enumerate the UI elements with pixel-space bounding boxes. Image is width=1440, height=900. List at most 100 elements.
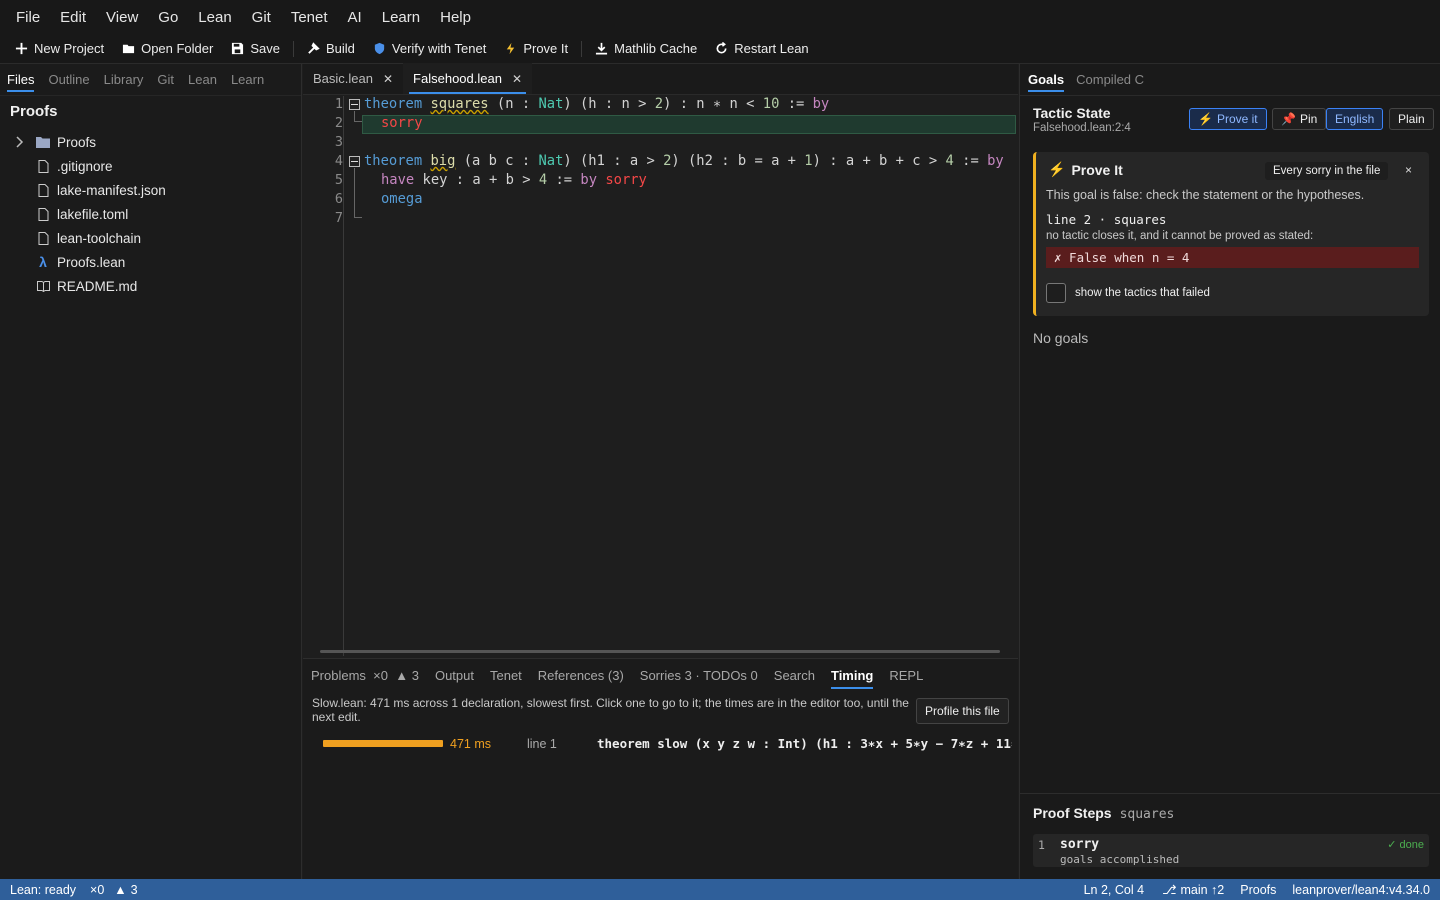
proof-steps-theorem: squares	[1119, 807, 1175, 822]
tree-file-proofs-lean[interactable]: λ Proofs.lean	[0, 250, 301, 274]
prove-it-note: no tactic closes it, and it cannot be pr…	[1046, 230, 1314, 242]
proof-steps-title: Proof Steps	[1033, 805, 1112, 821]
cursor-position[interactable]: Ln 2, Col 4	[1084, 883, 1144, 897]
menu-go[interactable]: Go	[148, 9, 188, 26]
menu-tenet[interactable]: Tenet	[281, 9, 338, 26]
menu-git[interactable]: Git	[242, 9, 281, 26]
menu-file[interactable]: File	[6, 9, 50, 26]
mathlib-cache-button[interactable]: Mathlib Cache	[586, 36, 706, 62]
proof-step-item[interactable]: 1 sorry goals accomplished ✓ done	[1033, 834, 1429, 867]
fold-toggle-icon[interactable]	[349, 156, 360, 167]
status-bar: Lean: ready ×0 ▲ 3 Ln 2, Col 4 ⎇ main ↑2…	[0, 879, 1440, 900]
fold-toggle-icon[interactable]	[349, 99, 360, 110]
toolbar-divider	[292, 40, 294, 57]
build-button[interactable]: Build	[298, 36, 364, 62]
tab-problems[interactable]: Problems ×0 ▲ 3	[311, 662, 419, 689]
tree-file-gitignore[interactable]: .gitignore	[0, 154, 301, 178]
file-icon	[36, 183, 50, 197]
big-identifier: big	[430, 153, 456, 169]
save-button[interactable]: Save	[222, 36, 289, 62]
warning-icon: ▲	[114, 882, 127, 897]
tab-repl[interactable]: REPL	[889, 662, 923, 689]
step-tactic: sorry	[1060, 837, 1100, 852]
menu-edit[interactable]: Edit	[50, 9, 96, 26]
tab-sorries[interactable]: Sorries 3 · TODOs 0	[640, 662, 758, 689]
pin-icon: 📌	[1281, 112, 1296, 126]
tab-compiled-c[interactable]: Compiled C	[1076, 66, 1144, 93]
tab-tenet[interactable]: Tenet	[490, 662, 522, 689]
lean-toolchain-version[interactable]: leanprover/lean4:v4.34.0	[1292, 883, 1430, 897]
menu-help[interactable]: Help	[430, 9, 481, 26]
profile-file-button[interactable]: Profile this file	[916, 698, 1009, 724]
tab-goals[interactable]: Goals	[1028, 66, 1065, 93]
close-icon[interactable]: ×	[1405, 163, 1412, 177]
tree-file-lean-toolchain[interactable]: lean-toolchain	[0, 226, 301, 250]
shield-icon	[374, 42, 385, 55]
checkbox[interactable]	[1046, 283, 1066, 303]
english-button[interactable]: English	[1326, 108, 1384, 130]
tactic-state-location: Falsehood.lean:2:4	[1033, 122, 1131, 134]
git-branch[interactable]: main ↑2	[1180, 883, 1224, 897]
mathlib-cache-label: Mathlib Cache	[614, 41, 698, 56]
tactic-state-header: Tactic State Falsehood.lean:2:4	[1033, 105, 1131, 134]
pin-button[interactable]: 📌 Pin	[1272, 108, 1327, 130]
tab-library[interactable]: Library	[104, 66, 144, 93]
new-project-button[interactable]: New Project	[6, 36, 113, 62]
prove-it-button[interactable]: Prove It	[495, 36, 577, 62]
prove-it-goal-button[interactable]: ⚡ Prove it	[1189, 108, 1267, 130]
proof-steps-divider	[1020, 793, 1440, 794]
tree-folder-proofs[interactable]: Proofs	[0, 130, 301, 154]
tab-learn[interactable]: Learn	[231, 66, 264, 93]
timing-description: Slow.lean: 471 ms across 1 declaration, …	[312, 696, 909, 724]
timing-bar	[323, 740, 443, 747]
menu-learn[interactable]: Learn	[372, 9, 430, 26]
tactic-state-title: Tactic State	[1033, 105, 1111, 121]
book-icon	[36, 279, 50, 293]
code-line-1: theorem squares (n : Nat) (h : n > 2) : …	[364, 96, 830, 112]
lambda-icon: λ	[39, 254, 47, 270]
close-icon[interactable]: ✕	[512, 72, 522, 86]
plain-button[interactable]: Plain	[1389, 108, 1434, 130]
editor-tab-basic[interactable]: Basic.lean ✕	[303, 63, 403, 94]
menu-view[interactable]: View	[96, 9, 148, 26]
close-icon[interactable]: ✕	[383, 72, 393, 86]
menu-ai[interactable]: AI	[338, 9, 372, 26]
tab-files[interactable]: Files	[7, 66, 35, 93]
current-line-highlight	[362, 115, 1016, 134]
tab-git[interactable]: Git	[157, 66, 174, 93]
line-number: 2	[334, 115, 343, 131]
code-line-6: omega	[381, 191, 423, 207]
tab-search[interactable]: Search	[774, 662, 815, 689]
tab-references[interactable]: References (3)	[538, 662, 624, 689]
project-name[interactable]: Proofs	[1240, 883, 1276, 897]
status-errors[interactable]: ×0	[90, 883, 104, 897]
tab-lean[interactable]: Lean	[188, 66, 217, 93]
status-warnings[interactable]: 3	[131, 883, 138, 897]
editor-tab-falsehood[interactable]: Falsehood.lean ✕	[403, 63, 533, 94]
timing-row[interactable]: 471 ms line 1 theorem slow (x y z w : In…	[323, 736, 1012, 751]
show-failed-tactics-toggle[interactable]: show the tactics that failed	[1046, 283, 1210, 303]
menu-lean[interactable]: Lean	[188, 9, 241, 26]
verify-button[interactable]: Verify with Tenet	[364, 36, 495, 62]
tree-file-lakefile[interactable]: lakefile.toml	[0, 202, 301, 226]
prove-it-label: Prove It	[523, 41, 569, 56]
tab-timing[interactable]: Timing	[830, 662, 874, 689]
chevron-right-icon[interactable]	[13, 135, 27, 149]
lightning-icon: ⚡	[1198, 112, 1213, 126]
tree-label: lake-manifest.json	[57, 182, 166, 198]
open-folder-label: Open Folder	[141, 41, 214, 56]
restart-lean-button[interactable]: Restart Lean	[706, 36, 817, 62]
tree-label: Proofs	[57, 134, 97, 150]
lightning-icon: ⚡	[1048, 161, 1066, 177]
file-icon	[36, 231, 50, 245]
tree-file-lake-manifest[interactable]: lake-manifest.json	[0, 178, 301, 202]
horizontal-scrollbar[interactable]	[320, 650, 1000, 653]
open-folder-button[interactable]: Open Folder	[113, 36, 222, 62]
tab-outline[interactable]: Outline	[48, 66, 89, 93]
tab-output[interactable]: Output	[435, 662, 474, 689]
step-goal: goals accomplished	[1060, 853, 1180, 866]
new-project-label: New Project	[34, 41, 105, 56]
scope-selector[interactable]: Every sorry in the file	[1265, 162, 1389, 180]
tree-file-readme[interactable]: README.md	[0, 274, 301, 298]
lean-status[interactable]: Lean: ready	[10, 883, 76, 897]
